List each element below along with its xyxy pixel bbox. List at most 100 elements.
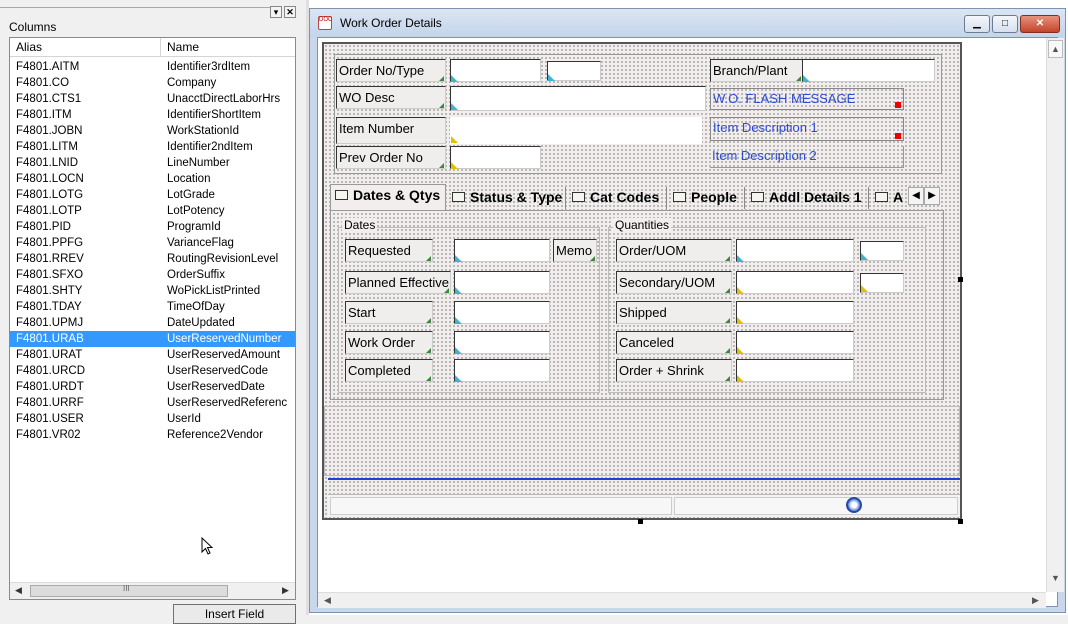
list-item[interactable]: F4801.AITM Identifier3rdItem [10, 59, 295, 75]
name-cell: IdentifierShortItem [167, 109, 261, 121]
order-no-type-label[interactable]: Order No/Type [336, 59, 446, 82]
secondary-uom-label[interactable]: Secondary/UOM [616, 271, 732, 294]
tab-more[interactable]: A [871, 187, 907, 209]
scrollbar-thumb[interactable]: III [30, 584, 228, 597]
scroll-left-icon[interactable]: ◀ [324, 595, 331, 606]
prev-order-no-input[interactable] [450, 146, 541, 169]
list-item[interactable]: F4801.ITM IdentifierShortItem [10, 107, 295, 123]
tab-people[interactable]: People [669, 187, 745, 209]
order-uom-input[interactable] [736, 239, 854, 262]
form-window: DOC Work Order Details ▁ □ ✕ Order No/Ty… [309, 8, 1066, 613]
vertical-scrollbar[interactable]: ▲ ▼ [1046, 38, 1064, 592]
completed-label[interactable]: Completed [345, 359, 433, 382]
horizontal-scrollbar[interactable]: ◀ III ▶ [10, 582, 295, 599]
list-item[interactable]: F4801.URCD UserReservedCode [10, 363, 295, 379]
marker-icon [455, 317, 462, 324]
order-uom-label[interactable]: Order/UOM [616, 239, 732, 262]
scroll-left-icon[interactable]: ◀ [15, 585, 22, 596]
columns-list[interactable]: Alias Name F4801.AITM Identifier3rdItem F4… [9, 37, 296, 600]
tab-label: Dates & Qtys [353, 187, 441, 203]
list-item[interactable]: F4801.VR02 Reference2Vendor [10, 427, 295, 443]
secondary-uom-input[interactable] [736, 271, 854, 294]
work-order-input[interactable] [454, 331, 550, 354]
canceled-label[interactable]: Canceled [616, 331, 732, 354]
item-number-label[interactable]: Item Number [336, 117, 446, 144]
requested-input[interactable] [454, 239, 550, 262]
resize-handle[interactable] [638, 519, 643, 524]
start-label[interactable]: Start [345, 301, 433, 324]
tab-status-type[interactable]: Status & Type [448, 187, 566, 209]
resize-handle[interactable] [958, 277, 963, 282]
horizontal-scrollbar-main[interactable]: ◀ ▶ [318, 592, 1046, 608]
list-item[interactable]: F4801.JOBN WorkStationId [10, 123, 295, 139]
tab-scroll-right-icon[interactable]: ▶ [924, 187, 940, 205]
marker-icon [725, 256, 730, 261]
scroll-right-icon[interactable]: ▶ [282, 585, 289, 596]
list-item[interactable]: F4801.USER UserId [10, 411, 295, 427]
wo-desc-input[interactable] [450, 86, 706, 111]
branch-plant-label[interactable]: Branch/Plant [710, 59, 804, 82]
list-item[interactable]: F4801.LOTP LotPotency [10, 203, 295, 219]
shipped-label[interactable]: Shipped [616, 301, 732, 324]
resize-handle[interactable] [958, 519, 963, 524]
list-item[interactable]: F4801.LOCN Location [10, 171, 295, 187]
marker-icon [737, 347, 744, 354]
flash-message-label[interactable]: W.O. FLASH MESSAGE [710, 88, 904, 110]
list-item[interactable]: F4801.URDT UserReservedDate [10, 379, 295, 395]
pane-close-icon[interactable]: ✕ [284, 6, 296, 18]
item-description-2-label[interactable]: Item Description 2 [710, 146, 904, 168]
canceled-input[interactable] [736, 331, 854, 354]
order-no-input[interactable] [450, 59, 541, 82]
list-item[interactable]: F4801.CTS1 UnacctDirectLaborHrs [10, 91, 295, 107]
list-item[interactable]: F4801.SHTY WoPickListPrinted [10, 283, 295, 299]
list-item[interactable]: F4801.PID ProgramId [10, 219, 295, 235]
list-item[interactable]: F4801.LNID LineNumber [10, 155, 295, 171]
tab-cat-codes[interactable]: Cat Codes [568, 187, 667, 209]
list-item[interactable]: F4801.TDAY TimeOfDay [10, 299, 295, 315]
tab-addl-details-1[interactable]: Addl Details 1 [747, 187, 869, 209]
list-item[interactable]: F4801.RREV RoutingRevisionLevel [10, 251, 295, 267]
requested-label[interactable]: Requested [345, 239, 433, 262]
wo-desc-label[interactable]: WO Desc [336, 86, 446, 109]
name-cell: Identifier3rdItem [167, 61, 251, 73]
list-item[interactable]: F4801.URRF UserReservedReferenc [10, 395, 295, 411]
minimize-button[interactable]: ▁ [964, 15, 990, 33]
tab-dates-qtys[interactable]: Dates & Qtys [330, 184, 446, 210]
alias-column-header[interactable]: Alias [10, 38, 161, 57]
order-type-input[interactable] [547, 61, 601, 81]
pane-dropdown-button[interactable]: ▾ [270, 6, 282, 18]
planned-effective-input[interactable] [454, 271, 550, 294]
prev-order-no-label[interactable]: Prev Order No [336, 146, 446, 169]
alias-cell: F4801.LOCN [16, 173, 84, 185]
list-item[interactable]: F4801.LOTG LotGrade [10, 187, 295, 203]
completed-input[interactable] [454, 359, 550, 382]
maximize-button[interactable]: □ [992, 15, 1018, 33]
insert-field-button[interactable]: Insert Field [173, 604, 296, 624]
close-button[interactable]: ✕ [1020, 15, 1060, 33]
pane-toolbar: ▾ ✕ [0, 0, 306, 20]
scroll-down-icon[interactable]: ▼ [1048, 570, 1063, 588]
list-item[interactable]: F4801.LITM Identifier2ndItem [10, 139, 295, 155]
list-item[interactable]: F4801.SFXO OrderSuffix [10, 267, 295, 283]
list-item[interactable]: F4801.UPMJ DateUpdated [10, 315, 295, 331]
item-number-input[interactable] [450, 117, 702, 144]
list-item[interactable]: F4801.CO Company [10, 75, 295, 91]
list-item[interactable]: F4801.PPFG VarianceFlag [10, 235, 295, 251]
work-order-label[interactable]: Work Order [345, 331, 433, 354]
item-description-1-label[interactable]: Item Description 1 [710, 117, 904, 141]
scroll-right-icon[interactable]: ▶ [1032, 595, 1039, 606]
shipped-input[interactable] [736, 301, 854, 324]
name-column-header[interactable]: Name [161, 38, 295, 57]
tab-scroll-left-icon[interactable]: ◀ [908, 187, 924, 205]
order-shrink-input[interactable] [736, 359, 854, 382]
window-titlebar[interactable]: DOC Work Order Details ▁ □ ✕ [310, 9, 1065, 37]
planned-effective-label[interactable]: Planned Effective [345, 271, 451, 294]
branch-plant-input[interactable] [802, 59, 935, 82]
alias-cell: F4801.SHTY [16, 285, 83, 297]
order-shrink-label[interactable]: Order + Shrink [616, 359, 732, 382]
list-item[interactable]: F4801.URAT UserReservedAmount [10, 347, 295, 363]
start-input[interactable] [454, 301, 550, 324]
scroll-up-icon[interactable]: ▲ [1048, 40, 1063, 58]
list-item[interactable]: F4801.URAB UserReservedNumber [10, 331, 295, 347]
form-design-surface[interactable]: Order No/Type Branch/Plant WO Desc W.O. … [322, 42, 962, 520]
